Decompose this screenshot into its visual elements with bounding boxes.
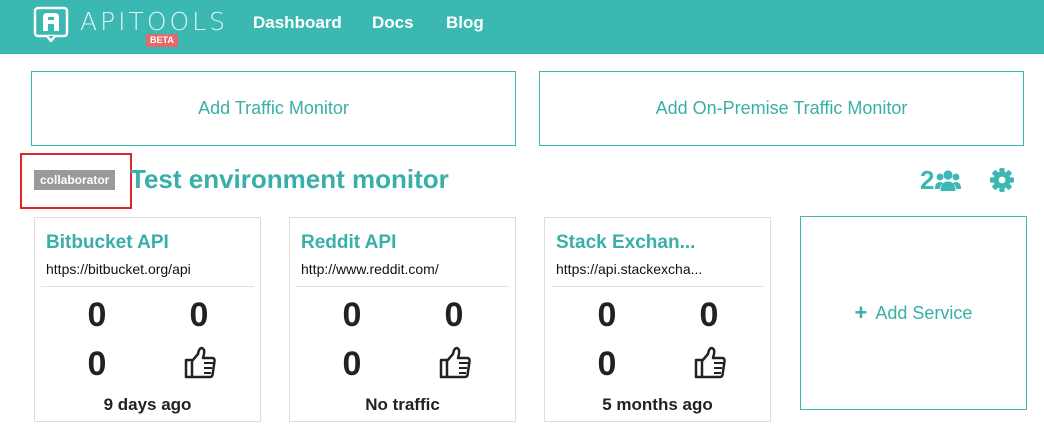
service-name[interactable]: Reddit API: [301, 232, 396, 254]
nav-dashboard-link[interactable]: Dashboard: [253, 13, 342, 33]
users-icon: [935, 169, 962, 191]
stat-value: 0: [342, 345, 362, 383]
logo-icon[interactable]: [33, 6, 69, 42]
plus-icon: +: [854, 300, 868, 325]
add-traffic-monitor-label: Add Traffic Monitor: [198, 98, 349, 118]
logo-text[interactable]: APITOOLS: [80, 9, 228, 34]
stat-value: 0: [87, 345, 107, 383]
nav-docs-link[interactable]: Docs: [372, 13, 414, 33]
add-onpremise-monitor-label: Add On-Premise Traffic Monitor: [655, 98, 908, 118]
service-url: http://www.reddit.com/: [301, 261, 439, 277]
add-service-button[interactable]: + Add Service: [800, 216, 1027, 410]
service-card[interactable]: Stack Exchan... https://api.stackexcha..…: [544, 217, 771, 422]
service-card[interactable]: Bitbucket API https://bitbucket.org/api …: [34, 217, 261, 422]
collaborator-badge: collaborator: [34, 170, 116, 190]
beta-badge: BETA: [146, 34, 178, 47]
service-name[interactable]: Stack Exchan...: [556, 232, 695, 254]
stat-value: 0: [699, 296, 719, 334]
card-divider: [41, 286, 254, 287]
add-traffic-monitor-button[interactable]: Add Traffic Monitor: [31, 71, 516, 146]
stat-value: 0: [87, 296, 107, 334]
nav-blog-link[interactable]: Blog: [446, 13, 484, 33]
stat-value: 0: [597, 345, 617, 383]
last-traffic-status: No traffic: [365, 395, 440, 414]
service-card[interactable]: Reddit API http://www.reddit.com/ 0 0 0 …: [289, 217, 516, 422]
thumbs-up-icon[interactable]: [438, 345, 472, 379]
stat-value: 0: [444, 296, 464, 334]
monitor-title[interactable]: Test environment monitor: [130, 164, 449, 195]
top-navbar: APITOOLS BETA Dashboard Docs Blog: [0, 0, 1044, 54]
thumbs-up-icon[interactable]: [183, 345, 217, 379]
thumbs-up-icon[interactable]: [693, 345, 727, 379]
last-traffic-status: 9 days ago: [103, 395, 192, 414]
service-url: https://bitbucket.org/api: [46, 261, 191, 277]
stat-value: 0: [189, 296, 209, 334]
card-divider: [551, 286, 764, 287]
members-button[interactable]: 2: [920, 165, 962, 196]
stat-value: 0: [342, 296, 362, 334]
gear-icon[interactable]: [989, 167, 1015, 193]
card-divider: [296, 286, 509, 287]
stat-value: 0: [597, 296, 617, 334]
member-count: 2: [920, 165, 935, 195]
service-url: https://api.stackexcha...: [556, 261, 703, 277]
last-traffic-status: 5 months ago: [602, 395, 713, 414]
service-name[interactable]: Bitbucket API: [46, 232, 169, 254]
add-service-label: Add Service: [875, 302, 973, 323]
add-onpremise-monitor-button[interactable]: Add On-Premise Traffic Monitor: [539, 71, 1024, 146]
